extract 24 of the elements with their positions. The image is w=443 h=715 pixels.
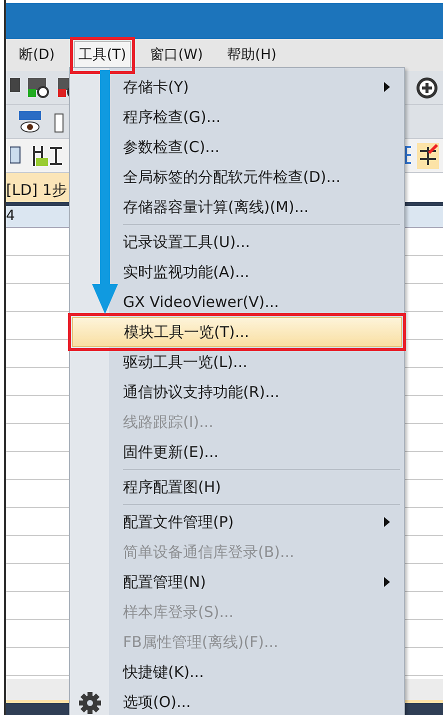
menu-item[interactable]: 快捷键(K)... xyxy=(70,657,404,687)
ladder-edit-icon[interactable] xyxy=(417,142,439,168)
ladder-edit-icon[interactable] xyxy=(30,144,64,168)
eye-icon[interactable] xyxy=(18,110,44,134)
menu-item[interactable]: 程序检查(G)... xyxy=(70,102,404,132)
menu-item[interactable]: 驱动工具一览(L)... xyxy=(70,347,404,377)
menu-item[interactable]: 模块工具一览(T)... xyxy=(72,317,402,347)
menu-item[interactable]: 配置管理(N) xyxy=(70,567,404,597)
menu-item[interactable]: 参数检查(C)... xyxy=(70,132,404,162)
menu-item[interactable]: 程序配置图(H) xyxy=(70,472,404,502)
menu-item[interactable]: 配置文件管理(P) xyxy=(70,507,404,537)
menu-bar-item[interactable]: 工具(T) xyxy=(74,40,132,70)
menu-item[interactable]: 存储卡(Y) xyxy=(70,72,404,102)
menu-item[interactable]: 通信协议支持功能(R)... xyxy=(70,377,404,407)
column-header: 4 xyxy=(6,207,15,226)
zoom-in-icon[interactable] xyxy=(415,76,439,100)
menu-item[interactable]: 记录设置工具(U)... xyxy=(70,227,404,257)
menu-item[interactable]: GX VideoViewer(V)... xyxy=(70,287,404,317)
menu-bar-item[interactable]: 断(D) xyxy=(14,40,60,70)
menu-item[interactable]: 固件更新(E)... xyxy=(70,437,404,467)
menu-bar-item[interactable]: 窗口(W) xyxy=(145,40,208,70)
menu-item[interactable]: 选项(O)... xyxy=(70,687,404,715)
menu-item[interactable]: 实时监视功能(A)... xyxy=(70,257,404,287)
menu-bar-item[interactable]: 帮助(H) xyxy=(222,40,282,70)
